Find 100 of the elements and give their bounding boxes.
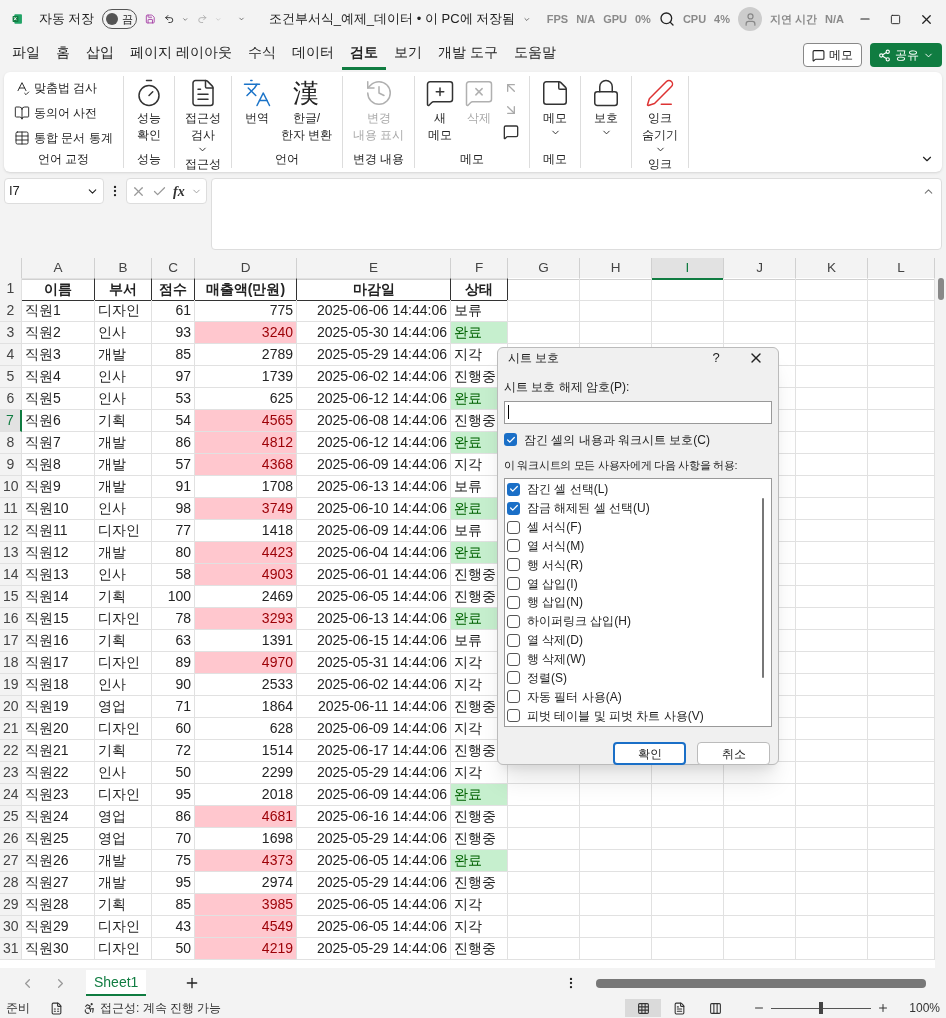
column-header[interactable]: K [796,258,868,281]
empty-cell [796,278,868,301]
row-header: 24 [0,784,22,806]
row-header: 27 [0,850,22,872]
empty-cell [724,806,796,828]
ribbon-button[interactable]: 새 메모 [421,76,460,144]
column-header[interactable]: B [95,258,152,281]
table-cell: 기획 [95,586,152,608]
empty-cell [724,872,796,894]
empty-cell [796,674,868,696]
share-button[interactable]: 공유 [870,43,942,67]
ribbon-button[interactable]: 메모 [536,76,575,138]
macro-record-icon[interactable] [50,1001,63,1015]
zoom-slider[interactable] [771,1002,872,1014]
column-header[interactable]: I [652,258,724,281]
comment-button[interactable]: 메모 [803,43,862,67]
checkbox[interactable] [507,614,520,628]
ribbon-button[interactable]: 맞춤법 검사 [10,76,117,100]
checkbox[interactable] [507,633,520,647]
avatar-icon[interactable] [738,7,762,31]
empty-cell [796,872,868,894]
sheet-tab[interactable]: Sheet1 [86,970,147,996]
zoom-in-icon[interactable] [877,1002,890,1014]
ribbon-button[interactable]: 漢 한글/ 한자 변환 [276,76,336,144]
empty-cell [724,916,796,938]
ribbon-button[interactable]: 번역 [237,76,276,127]
search-icon[interactable] [658,11,675,27]
accessibility-icon [83,1001,96,1015]
permission-label: 열 삽입(I) [527,575,578,593]
empty-cell [724,322,796,344]
table-cell: 2025-06-09 14:44:06 [297,520,451,542]
column-header[interactable]: G [508,258,580,281]
empty-cell [580,322,652,344]
menu-tab[interactable]: 도움말 [505,40,564,70]
ribbon-button[interactable]: 통합 문서 통계 [10,126,117,150]
menu-tab[interactable]: 개발 도구 [429,40,506,70]
menu-tab[interactable]: 보기 [385,40,430,70]
maximize-icon[interactable] [890,13,902,25]
checkbox[interactable] [507,539,520,553]
comment-icon [812,48,825,62]
table-cell: 인사 [95,388,152,410]
column-header[interactable]: J [724,258,796,281]
column-header[interactable]: A [22,258,95,281]
permission-label: 하이퍼링크 삽입(H) [527,613,631,631]
ribbon-button[interactable]: 접근성 검사 [180,76,225,155]
table-cell: 95 [152,872,195,894]
column-title: 상태 [451,278,508,301]
ok-button[interactable]: 확인 [613,742,686,765]
column-header[interactable]: D [195,258,297,281]
ribbon-button[interactable]: 성능 확인 [129,76,168,144]
checkbox[interactable] [507,501,520,515]
table-cell: 직원20 [22,718,95,740]
checkbox[interactable] [507,671,520,685]
table-cell: 53 [152,388,195,410]
checkbox[interactable] [507,558,520,572]
checkbox[interactable] [504,433,517,446]
menu-tab[interactable]: 파일 [4,40,48,70]
menu-tab[interactable]: 홈 [48,40,78,70]
ribbon-icon [14,105,30,121]
checkbox[interactable] [507,690,520,704]
horizontal-scrollbar[interactable] [596,977,926,989]
view-button[interactable] [625,999,662,1017]
insert-function-button[interactable]: fx [173,180,185,202]
checkbox[interactable] [507,596,520,609]
menu-tab[interactable]: 삽입 [78,40,122,70]
help-button[interactable]: ? [704,348,728,368]
formula-input-field[interactable] [210,178,942,250]
table-cell: 2025-06-09 14:44:06 [297,454,451,476]
column-header[interactable]: E [297,258,451,281]
column-header[interactable]: F [451,258,508,281]
checkbox[interactable] [507,520,520,534]
menu-tab[interactable]: 데이터 [283,40,342,70]
checkbox[interactable] [507,482,520,496]
table-cell: 직원11 [22,520,95,542]
zoom-slider-thumb[interactable] [819,1002,824,1014]
table-cell: 2025-06-06 14:44:06 [297,300,451,322]
name-box[interactable]: I7 [4,178,104,204]
checkbox[interactable] [507,709,520,723]
password-field[interactable] [504,400,772,424]
cancel-button[interactable]: 취소 [697,742,770,765]
menu-tab[interactable]: 페이지 레이아웃 [122,40,240,70]
performance-overlay-text: N/A [825,11,845,27]
menu-tab[interactable]: 수식 [239,40,284,70]
table-cell: 4423 [195,542,297,564]
zoom-level[interactable]: 100% [909,999,940,1017]
column-header[interactable]: C [152,258,195,281]
row-header: 17 [0,630,22,652]
checkbox[interactable] [507,652,520,666]
ribbon-button[interactable]: 동의어 사전 [10,101,117,125]
window-title: 조건부서식_예제_데이터 • 이 PC에 저장됨 [268,10,516,29]
table-cell: 개발 [95,850,152,872]
table-cell: 95 [152,784,195,806]
permission-label: 행 삽입(N) [527,594,583,612]
table-cell: 디자인 [95,784,152,806]
checkbox[interactable] [507,577,520,591]
accessibility-status[interactable]: 접근성: 계속 진행 가능 [100,999,222,1017]
ribbon-button[interactable]: 보호 [587,76,626,138]
empty-cell [724,894,796,916]
table-cell: 인사 [95,498,152,520]
ribbon-button[interactable]: 잉크 숨기기 [638,76,683,155]
